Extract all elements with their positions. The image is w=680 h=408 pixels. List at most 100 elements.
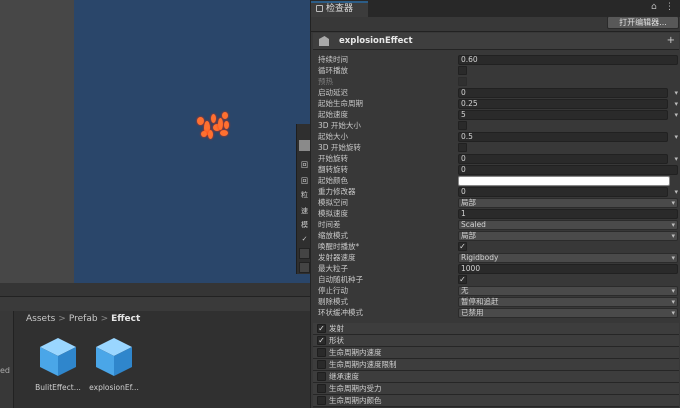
field-input[interactable]: 5	[458, 110, 678, 120]
module-label: 发射	[329, 324, 344, 333]
field-start-speed: 起始速度 5	[318, 109, 678, 120]
overlay-item[interactable]	[299, 262, 310, 273]
field-input[interactable]: 0.5	[458, 132, 678, 142]
module-shape[interactable]: ✓ 形状	[313, 335, 679, 347]
module-checkbox[interactable]	[317, 372, 326, 381]
field-dropdown[interactable]: 局部	[458, 231, 678, 241]
field-simulation-speed: 模拟速度 1	[318, 208, 678, 219]
field-auto-random-seed: 自动随机种子 ✓	[318, 274, 678, 285]
breadcrumb-effect[interactable]: Effect	[111, 314, 140, 324]
field-dropdown[interactable]: 暂停和追赶	[458, 297, 678, 307]
field-label: 缩放模式	[318, 231, 348, 240]
breadcrumb-prefab[interactable]: Prefab	[69, 314, 98, 324]
overlay-item[interactable]	[299, 248, 310, 259]
field-checkbox[interactable]: ✓	[458, 242, 467, 251]
field-scaling-mode: 缩放模式 局部	[318, 230, 678, 241]
field-ring-buffer-mode: 环状缓冲模式 已禁用	[318, 307, 678, 318]
field-input[interactable]: 0	[458, 88, 678, 98]
field-flip-rotation: 翻转旋转 0	[318, 164, 678, 175]
overlay-item[interactable]	[299, 140, 310, 151]
module-inherit-velocity[interactable]: 继承速度	[313, 371, 679, 383]
field-checkbox[interactable]: ✓	[458, 275, 467, 284]
field-label: 循环播放	[318, 66, 348, 75]
field-label: 起始大小	[318, 132, 348, 141]
field-stop-action: 停止行动 无	[318, 285, 678, 296]
module-checkbox[interactable]	[317, 384, 326, 393]
overlay-item[interactable]: 粒	[299, 190, 310, 201]
overlay-item[interactable]: 速	[299, 206, 310, 217]
module-label: 生命周期内颜色	[329, 396, 382, 405]
field-input[interactable]: 0.60	[458, 55, 678, 65]
field-input[interactable]: 0	[458, 165, 678, 175]
component-header[interactable]: explosionEffect +	[313, 33, 679, 50]
field-dropdown[interactable]: Scaled	[458, 220, 678, 230]
field-3d-start-rotation: 3D 开始旋转	[318, 142, 678, 153]
asset-name: explosionEf...	[89, 383, 139, 392]
breadcrumb-assets[interactable]: Assets	[26, 314, 55, 324]
module-velocity-over-lifetime[interactable]: 生命周期内速度	[313, 347, 679, 359]
module-label: 生命周期内受力	[329, 384, 382, 393]
field-input[interactable]: 1	[458, 209, 678, 219]
tab-inspector[interactable]: 检查器	[311, 1, 368, 17]
project-folder-tree[interactable]	[0, 311, 14, 408]
field-input[interactable]: 0	[458, 154, 678, 164]
field-dropdown[interactable]: 局部	[458, 198, 678, 208]
field-label: 3D 开始大小	[318, 121, 361, 130]
field-checkbox[interactable]	[458, 66, 467, 75]
module-checkbox[interactable]: ✓	[317, 324, 326, 333]
field-label: 起始颜色	[318, 176, 348, 185]
module-force-over-lifetime[interactable]: 生命周期内受力	[313, 383, 679, 395]
asset-item[interactable]: explosionEf...	[87, 336, 141, 392]
overlay-item[interactable]: 回	[299, 160, 310, 171]
module-color-over-lifetime[interactable]: 生命周期内颜色	[313, 395, 679, 407]
scene-view[interactable]	[74, 0, 310, 283]
module-checkbox[interactable]	[317, 396, 326, 405]
field-label: 重力修改器	[318, 187, 356, 196]
field-start-delay: 启动延迟 0	[318, 87, 678, 98]
field-dropdown[interactable]: 无	[458, 286, 678, 296]
asset-name: BulitEffect...	[35, 383, 81, 392]
field-dropdown[interactable]: 已禁用	[458, 308, 678, 318]
overlay-item[interactable]: 模	[299, 220, 310, 231]
field-label: 最大粒子	[318, 264, 348, 273]
field-duration: 持续时间 0.60	[318, 54, 678, 65]
field-input[interactable]: 0	[458, 187, 678, 197]
field-label: 起始生命周期	[318, 99, 363, 108]
open-editor-button[interactable]: 打开编辑器...	[607, 16, 679, 29]
module-label: 形状	[329, 336, 344, 345]
kebab-menu-icon[interactable]: ⋮	[665, 2, 674, 12]
field-checkbox[interactable]	[458, 77, 467, 86]
field-start-lifetime: 起始生命周期 0.25	[318, 98, 678, 109]
inspector-icon	[316, 5, 323, 12]
field-gravity-modifier: 重力修改器 0	[318, 186, 678, 197]
field-culling-mode: 剔除模式 暂停和追赶	[318, 296, 678, 307]
chevron-right-icon: >	[100, 314, 109, 324]
prefab-cube-icon	[96, 338, 132, 376]
module-checkbox[interactable]	[317, 348, 326, 357]
asset-item[interactable]: BulitEffect...	[31, 336, 85, 392]
field-start-size: 起始大小 0.5	[318, 131, 678, 142]
overlay-item[interactable]: 回	[299, 176, 310, 187]
chevron-right-icon: >	[58, 314, 66, 324]
add-icon[interactable]: +	[667, 35, 675, 46]
color-swatch[interactable]	[458, 176, 670, 186]
field-checkbox[interactable]	[458, 143, 467, 152]
field-prewarm: 预热	[318, 76, 678, 87]
inspector-tab-bar: 检查器 ⌂ ⋮	[311, 0, 680, 17]
field-delta-time: 时间差 Scaled	[318, 219, 678, 230]
field-start-color: 起始颜色	[318, 175, 678, 186]
field-dropdown[interactable]: Rigidbody	[458, 253, 678, 263]
overlay-item[interactable]: ✓	[299, 234, 310, 245]
tab-label: 检查器	[326, 4, 354, 14]
field-label: 模拟空间	[318, 198, 348, 207]
module-checkbox[interactable]	[317, 360, 326, 369]
field-checkbox[interactable]	[458, 121, 467, 130]
module-checkbox[interactable]: ✓	[317, 336, 326, 345]
divider	[311, 31, 680, 32]
module-limit-velocity[interactable]: 生命周期内速度限制	[313, 359, 679, 371]
lock-icon[interactable]: ⌂	[651, 2, 657, 12]
field-label: 开始旋转	[318, 154, 348, 163]
field-input[interactable]: 0.25	[458, 99, 678, 109]
field-input[interactable]: 1000	[458, 264, 678, 274]
module-emission[interactable]: ✓ 发射	[313, 323, 679, 335]
